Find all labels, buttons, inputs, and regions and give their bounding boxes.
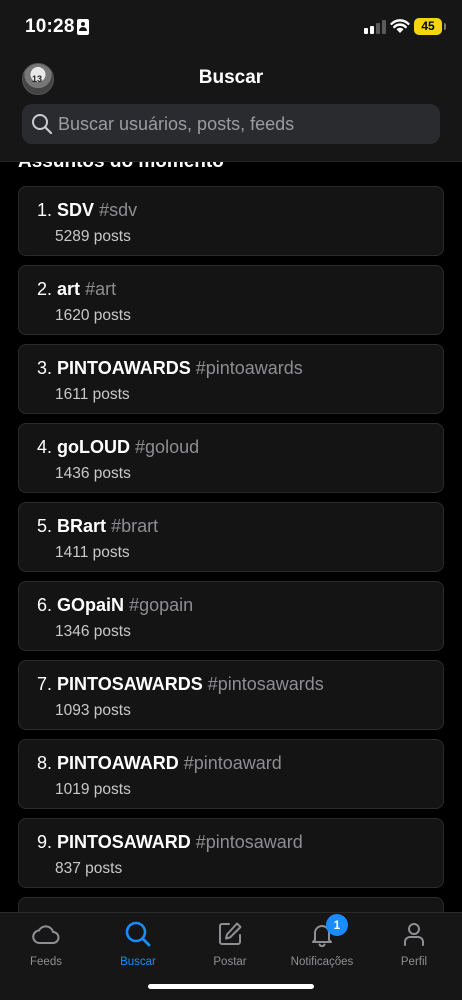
trend-name: PINTOAWARDS xyxy=(57,358,191,378)
compose-icon xyxy=(219,922,242,945)
id-card-icon xyxy=(77,19,89,35)
trend-card[interactable]: 4. goLOUD #goloud 1436 posts xyxy=(18,423,444,493)
trend-hashtag: #goloud xyxy=(135,437,200,457)
trend-post-count: 1436 posts xyxy=(55,465,131,482)
trend-title-line: 6. GOpaiN #gopain xyxy=(37,595,193,616)
home-indicator[interactable] xyxy=(148,984,314,989)
trend-post-count: 1093 posts xyxy=(55,702,131,719)
trend-hashtag: #sdv xyxy=(99,200,138,220)
trend-card[interactable]: 6. GOpaiN #gopain 1346 posts xyxy=(18,581,444,651)
trend-name: goLOUD xyxy=(57,437,131,457)
tab-label: Perfil xyxy=(400,956,428,968)
search-placeholder: Buscar usuários, posts, feeds xyxy=(58,114,295,134)
trend-title-line: 3. PINTOAWARDS #pintoawards xyxy=(37,358,303,379)
trend-post-count: 1019 posts xyxy=(55,781,131,798)
trend-title-line: 5. BRart #brart xyxy=(37,516,158,537)
tab-notificacoes[interactable]: 1 Notificações xyxy=(276,914,368,977)
trend-hashtag: #brart xyxy=(111,516,159,536)
trend-name: PINTOAWARD xyxy=(57,753,179,773)
trend-post-count: 1411 posts xyxy=(55,544,130,561)
header: 13 Buscar Buscar usuários, posts, feeds xyxy=(0,56,462,162)
tab-label: Notificações xyxy=(290,956,354,968)
cloud-icon xyxy=(32,925,60,944)
search-icon xyxy=(32,114,53,135)
trend-name: art xyxy=(57,279,81,299)
person-icon xyxy=(404,923,424,946)
tab-label: Feeds xyxy=(30,956,62,968)
status-bar: 10:28 45 xyxy=(0,0,462,56)
trend-hashtag: #pintosaward xyxy=(195,832,303,852)
search-input[interactable]: Buscar usuários, posts, feeds xyxy=(22,104,440,144)
trend-rank: 1. xyxy=(37,200,53,220)
trend-rank: 7. xyxy=(37,674,53,694)
trend-card[interactable]: 2. art #art 1620 posts xyxy=(18,265,444,335)
trend-name: PINTOSAWARD xyxy=(57,832,191,852)
battery-icon: 45 xyxy=(414,18,446,35)
trend-rank: 3. xyxy=(37,358,53,378)
trend-post-count: 1346 posts xyxy=(55,623,131,640)
trend-post-count: 1620 posts xyxy=(55,307,131,324)
tab-buscar[interactable]: Buscar xyxy=(92,919,184,977)
trend-rank: 5. xyxy=(37,516,53,536)
trend-name: BRart xyxy=(57,516,107,536)
page-title: Buscar xyxy=(198,67,264,88)
tab-perfil[interactable]: Perfil xyxy=(368,919,460,977)
trend-rank: 9. xyxy=(37,832,53,852)
trend-rank: 4. xyxy=(37,437,53,457)
trend-rank: 8. xyxy=(37,753,53,773)
trend-hashtag: #pintosawards xyxy=(207,674,324,694)
trend-card[interactable]: 5. BRart #brart 1411 posts xyxy=(18,502,444,572)
search-icon xyxy=(125,921,151,947)
trend-post-count: 837 posts xyxy=(55,860,123,877)
section-title: Assuntos do momento xyxy=(18,162,224,173)
trend-card[interactable]: 9. PINTOSAWARD #pintosaward 837 posts xyxy=(18,818,444,888)
trend-hashtag: #art xyxy=(85,279,117,299)
trend-hashtag: #pintoawards xyxy=(195,358,303,378)
trend-rank: 2. xyxy=(37,279,53,299)
notification-badge: 1 xyxy=(326,914,348,936)
tab-postar[interactable]: Postar xyxy=(184,919,276,977)
trend-card[interactable]: 7. PINTOSAWARDS #pintosawards 1093 posts xyxy=(18,660,444,730)
trend-title-line: 1. SDV #sdv xyxy=(37,200,137,221)
trend-card[interactable]: 3. PINTOAWARDS #pintoawards 1611 posts xyxy=(18,344,444,414)
trend-title-line: 7. PINTOSAWARDS #pintosawards xyxy=(37,674,324,695)
trend-post-count: 1611 posts xyxy=(55,386,130,403)
tab-feeds[interactable]: Feeds xyxy=(0,919,92,977)
trend-rank: 6. xyxy=(37,595,53,615)
cellular-signal-icon xyxy=(364,20,386,34)
trend-title-line: 2. art #art xyxy=(37,279,116,300)
trend-title-line: 9. PINTOSAWARD #pintosaward xyxy=(37,832,303,853)
tab-label: Buscar xyxy=(120,956,156,968)
trend-hashtag: #pintoaward xyxy=(183,753,282,773)
tab-label: Postar xyxy=(213,956,247,968)
trend-card[interactable]: 1. SDV #sdv 5289 posts xyxy=(18,186,444,256)
trend-hashtag: #gopain xyxy=(129,595,194,615)
trend-card[interactable] xyxy=(18,897,444,912)
trend-title-line: 4. goLOUD #goloud xyxy=(37,437,199,458)
trend-name: GOpaiN xyxy=(57,595,125,615)
trend-name: SDV xyxy=(57,200,95,220)
trends-list: Assuntos do momento 1. SDV #sdv 5289 pos… xyxy=(0,162,462,912)
trend-name: PINTOSAWARDS xyxy=(57,674,203,694)
trend-post-count: 5289 posts xyxy=(55,228,131,245)
trend-title-line: 8. PINTOAWARD #pintoaward xyxy=(37,753,282,774)
trend-card[interactable]: 8. PINTOAWARD #pintoaward 1019 posts xyxy=(18,739,444,809)
wifi-icon xyxy=(390,19,410,33)
status-time: 10:28 xyxy=(25,16,75,37)
